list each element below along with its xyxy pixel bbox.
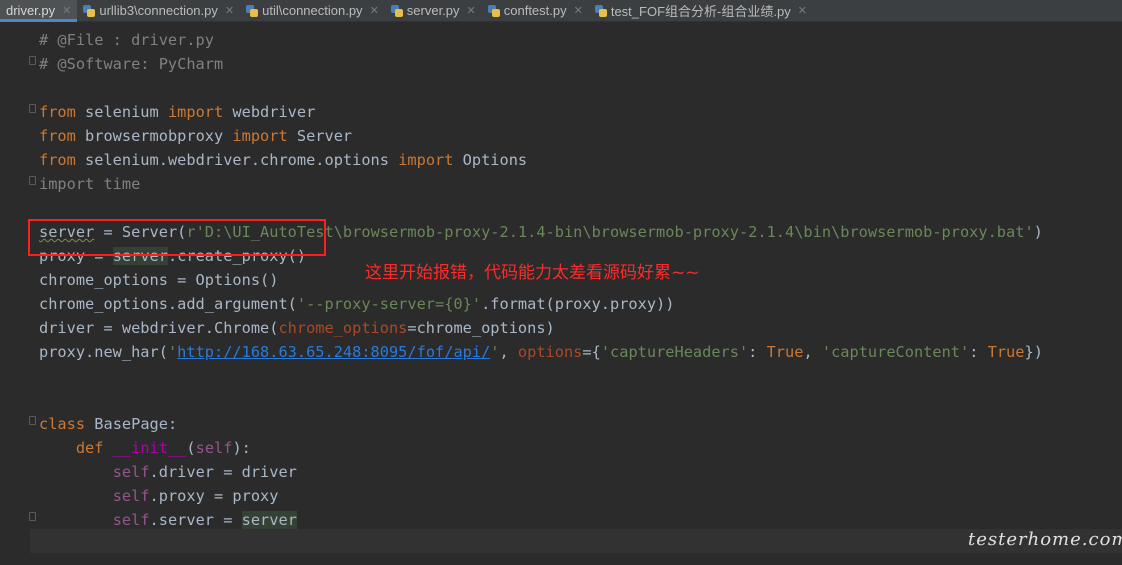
code-line: import time — [39, 175, 141, 193]
code-line: self.proxy = proxy — [112, 487, 279, 505]
tab-label: urllib3\connection.py — [99, 3, 218, 18]
code-line: self.server = server — [112, 511, 297, 529]
code-line: from selenium import webdriver — [39, 103, 316, 121]
fold-marker-icon[interactable] — [29, 416, 36, 425]
tab-label: test_FOF组合分析-组合业绩.py — [610, 4, 791, 19]
code-editor[interactable]: # @File : driver.py # @Software: PyCharm… — [0, 22, 1122, 565]
code-line: # @File : driver.py — [39, 31, 214, 49]
close-icon[interactable]: ✕ — [62, 4, 71, 17]
tab-server-py[interactable]: server.py ✕ — [385, 0, 482, 21]
code-line: proxy.new_har('http://168.63.65.248:8095… — [39, 343, 1043, 361]
close-icon[interactable]: ✕ — [467, 4, 476, 17]
tab-util-connection-py[interactable]: util\connection.py ✕ — [240, 0, 385, 21]
code-line: self.driver = driver — [112, 463, 297, 481]
close-icon[interactable]: ✕ — [798, 4, 807, 17]
code-line: class BasePage: — [39, 415, 178, 433]
python-file-icon — [83, 4, 96, 17]
python-file-icon — [390, 4, 403, 17]
fold-marker-icon[interactable] — [29, 104, 36, 113]
close-icon[interactable]: ✕ — [370, 4, 379, 17]
close-icon[interactable]: ✕ — [574, 4, 583, 17]
tab-label: driver.py — [6, 3, 56, 18]
editor-tab-bar: driver.py ✕ urllib3\connection.py ✕ util… — [0, 0, 1122, 22]
close-icon[interactable]: ✕ — [225, 4, 234, 17]
error-annotation: 这里开始报错，代码能力太差看源码好累~~ — [365, 263, 700, 283]
watermark: testerhome.com — [968, 529, 1122, 550]
tab-test-fof-py[interactable]: test_FOF组合分析-组合业绩.py ✕ — [589, 0, 813, 21]
tab-driver-py[interactable]: driver.py ✕ — [0, 0, 78, 22]
fold-marker-icon[interactable] — [29, 512, 36, 521]
fold-marker-icon[interactable] — [29, 176, 36, 185]
code-line: chrome_options.add_argument('--proxy-ser… — [39, 295, 675, 313]
tab-urllib3-connection-py[interactable]: urllib3\connection.py ✕ — [77, 0, 240, 21]
code-line: def __init__(self): — [75, 439, 251, 457]
fold-marker-icon[interactable] — [29, 56, 36, 65]
code-line: from selenium.webdriver.chrome.options i… — [39, 151, 528, 169]
tab-label: util\connection.py — [262, 3, 363, 18]
code-line: driver = webdriver.Chrome(chrome_options… — [39, 319, 555, 337]
tab-conftest-py[interactable]: conftest.py ✕ — [482, 0, 589, 21]
python-file-icon — [487, 4, 500, 17]
python-file-icon — [594, 4, 607, 17]
python-file-icon — [246, 4, 259, 17]
tab-label: conftest.py — [503, 3, 567, 18]
current-line-highlight — [30, 529, 1122, 553]
code-line: from browsermobproxy import Server — [39, 127, 353, 145]
code-line: # @Software: PyCharm — [39, 55, 224, 73]
code-line: chrome_options = Options() — [39, 271, 279, 289]
har-url-link[interactable]: http://168.63.65.248:8095/fof/api/ — [177, 343, 490, 361]
error-highlight-box — [28, 219, 326, 256]
tab-label: server.py — [406, 3, 460, 18]
